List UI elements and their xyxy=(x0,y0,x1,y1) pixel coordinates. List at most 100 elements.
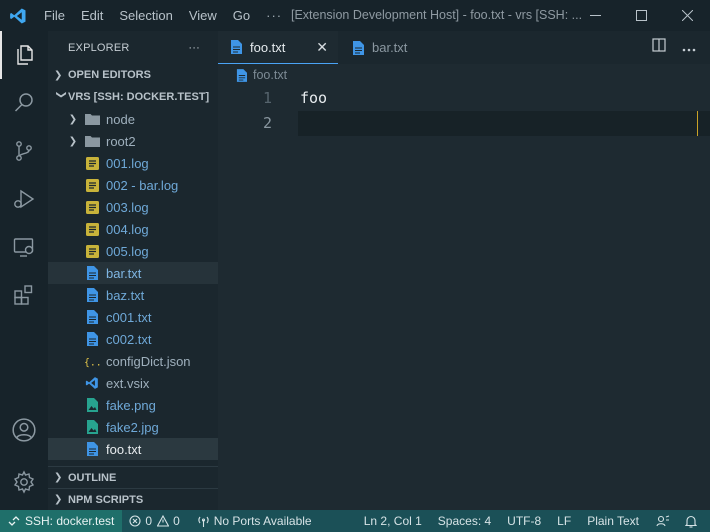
chevron-down-icon: ❯ xyxy=(55,90,67,99)
status-bar: SSH: docker.test 0 0 No Ports Available … xyxy=(0,510,710,532)
manage-gear-icon[interactable] xyxy=(0,458,48,506)
tree-file[interactable]: foo.txt xyxy=(48,438,218,460)
remote-indicator[interactable]: SSH: docker.test xyxy=(0,510,123,532)
line-number: 2 xyxy=(262,114,272,132)
tree-file[interactable]: {..} configDict.json xyxy=(48,350,218,372)
tab-foo-txt[interactable]: foo.txt ✕ xyxy=(218,31,338,64)
maximize-button[interactable] xyxy=(618,0,664,31)
split-editor-icon[interactable] xyxy=(652,38,666,57)
text-file-icon xyxy=(236,68,247,82)
menu-selection[interactable]: Selection xyxy=(111,0,180,31)
source-control-icon[interactable] xyxy=(0,127,48,175)
open-editors-section[interactable]: ❯ OPEN EDITORS xyxy=(48,64,218,86)
ports-indicator[interactable]: No Ports Available xyxy=(187,514,319,528)
window-title: [Extension Development Host] - foo.txt -… xyxy=(291,8,583,22)
accounts-icon[interactable] xyxy=(0,406,48,454)
tree-file[interactable]: fake.png xyxy=(48,394,218,416)
indentation[interactable]: Spaces: 4 xyxy=(430,514,499,528)
tree-folder[interactable]: ❯ root2 xyxy=(48,130,218,152)
tree-item-label: foo.txt xyxy=(106,441,142,457)
explorer-icon[interactable] xyxy=(0,31,48,79)
tree-file[interactable]: c002.txt xyxy=(48,328,218,350)
tree-file[interactable]: 002 - bar.log xyxy=(48,174,218,196)
vsix-file-icon xyxy=(84,375,100,391)
tree-file[interactable]: bar.txt xyxy=(48,262,218,284)
menu-go[interactable]: Go xyxy=(225,0,258,31)
chevron-right-icon: ❯ xyxy=(68,113,78,125)
more-actions-icon[interactable] xyxy=(682,39,696,57)
run-debug-icon[interactable] xyxy=(0,175,48,223)
tree-file[interactable]: ext.vsix xyxy=(48,372,218,394)
extensions-icon[interactable] xyxy=(0,271,48,319)
close-window-button[interactable] xyxy=(664,0,710,31)
tree-folder[interactable]: ❯ node xyxy=(48,108,218,130)
menu-edit[interactable]: Edit xyxy=(73,0,111,31)
text-file-icon xyxy=(352,40,364,55)
line-number: 1 xyxy=(262,89,272,107)
problems-indicator[interactable]: 0 0 xyxy=(122,514,186,528)
menu-view[interactable]: View xyxy=(181,0,225,31)
tree-item-label: 005.log xyxy=(106,243,149,259)
folder-icon xyxy=(84,133,100,149)
image-file-icon xyxy=(84,419,100,435)
error-icon xyxy=(129,515,141,527)
tree-item-label: c002.txt xyxy=(106,331,152,347)
menu-more[interactable]: ··· xyxy=(258,0,290,31)
outline-label: OUTLINE xyxy=(68,471,117,484)
file-tree: ❯ node ❯ root2 001.log 002 - bar.log 003.log 00… xyxy=(48,108,218,460)
tree-item-label: 001.log xyxy=(106,155,149,171)
workspace-section[interactable]: ❯ VRS [SSH: DOCKER.TEST] xyxy=(48,86,218,108)
remote-explorer-icon[interactable] xyxy=(0,223,48,271)
image-file-icon xyxy=(84,397,100,413)
code-line: 1 foo xyxy=(218,86,710,111)
tree-item-label: baz.txt xyxy=(106,287,145,303)
tree-item-label: 002 - bar.log xyxy=(106,177,179,193)
line-text: foo xyxy=(300,89,328,107)
editor-area: foo.txt ✕ bar.txt foo.txt 1 foo 2 xyxy=(218,31,710,510)
npm-scripts-section[interactable]: ❯ NPM SCRIPTS xyxy=(48,488,218,510)
log-file-icon xyxy=(84,243,100,259)
tab-bar-txt[interactable]: bar.txt xyxy=(338,31,417,64)
close-tab-icon[interactable]: ✕ xyxy=(316,39,328,56)
vscode-logo-icon xyxy=(0,0,36,31)
tree-file[interactable]: c001.txt xyxy=(48,306,218,328)
log-file-icon xyxy=(84,199,100,215)
chevron-right-icon: ❯ xyxy=(54,472,63,483)
notifications-bell-icon[interactable] xyxy=(679,515,710,528)
ports-label: No Ports Available xyxy=(213,514,312,528)
svg-text:{..}: {..} xyxy=(84,357,100,368)
tab-label: bar.txt xyxy=(372,40,408,55)
outline-section[interactable]: ❯ OUTLINE xyxy=(48,466,218,488)
tree-item-label: node xyxy=(106,111,135,127)
code-editor[interactable]: 1 foo 2 xyxy=(218,86,710,136)
tree-item-label: ext.vsix xyxy=(106,375,150,391)
tree-file[interactable]: 001.log xyxy=(48,152,218,174)
tree-item-label: bar.txt xyxy=(106,265,142,281)
tab-label: foo.txt xyxy=(250,39,286,55)
chevron-right-icon: ❯ xyxy=(54,69,63,81)
tree-file[interactable]: 003.log xyxy=(48,196,218,218)
tree-file[interactable]: 004.log xyxy=(48,218,218,240)
text-file-icon xyxy=(84,265,100,281)
tree-item-label: 004.log xyxy=(106,221,149,237)
encoding[interactable]: UTF-8 xyxy=(499,514,549,528)
text-file-icon xyxy=(84,441,100,457)
tree-item-label: root2 xyxy=(106,133,136,149)
feedback-icon[interactable] xyxy=(647,515,679,527)
explorer-sidebar: EXPLORER ··· ❯ OPEN EDITORS ❯ VRS [SSH: … xyxy=(48,31,218,510)
tree-file[interactable]: 005.log xyxy=(48,240,218,262)
tree-file[interactable]: baz.txt xyxy=(48,284,218,306)
workspace-label: VRS [SSH: DOCKER.TEST] xyxy=(68,91,210,103)
search-icon[interactable] xyxy=(0,79,48,127)
text-file-icon xyxy=(84,287,100,303)
end-of-line[interactable]: LF xyxy=(549,514,579,528)
language-mode[interactable]: Plain Text xyxy=(579,514,647,528)
breadcrumb[interactable]: foo.txt xyxy=(218,64,710,86)
explorer-more-button[interactable]: ··· xyxy=(188,42,200,54)
tree-file[interactable]: fake2.jpg xyxy=(48,416,218,438)
cursor-position[interactable]: Ln 2, Col 1 xyxy=(356,514,430,528)
log-file-icon xyxy=(84,155,100,171)
menu-file[interactable]: File xyxy=(36,0,73,31)
log-file-icon xyxy=(84,221,100,237)
minimize-button[interactable] xyxy=(572,0,618,31)
